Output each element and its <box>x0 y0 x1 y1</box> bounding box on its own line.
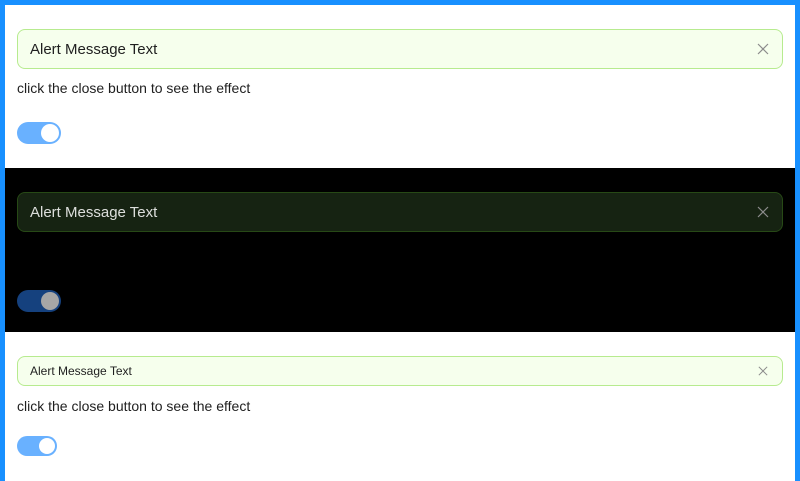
switch-knob <box>41 292 59 310</box>
alert-message: Alert Message Text <box>30 364 132 378</box>
success-alert: Alert Message Text <box>17 29 783 69</box>
toggle-switch[interactable] <box>17 436 57 456</box>
hint-text: click the close button to see the effect <box>17 80 251 96</box>
alert-message: Alert Message Text <box>30 40 158 58</box>
switch-knob <box>39 438 55 454</box>
light-theme-section: Alert Message Text click the close butto… <box>5 5 795 168</box>
close-icon[interactable] <box>756 205 770 219</box>
close-icon[interactable] <box>756 364 770 378</box>
alert-message: Alert Message Text <box>30 203 158 221</box>
success-alert: Alert Message Text <box>17 192 783 232</box>
toggle-switch[interactable] <box>17 290 61 312</box>
success-alert: Alert Message Text <box>17 356 783 386</box>
switch-knob <box>41 124 59 142</box>
compact-theme-section: Alert Message Text click the close butto… <box>5 332 795 481</box>
toggle-switch[interactable] <box>17 122 61 144</box>
close-icon[interactable] <box>756 42 770 56</box>
preview-frame: Alert Message Text click the close butto… <box>0 0 800 481</box>
dark-theme-section: Alert Message Text <box>5 168 795 332</box>
hint-text: click the close button to see the effect <box>17 398 251 414</box>
